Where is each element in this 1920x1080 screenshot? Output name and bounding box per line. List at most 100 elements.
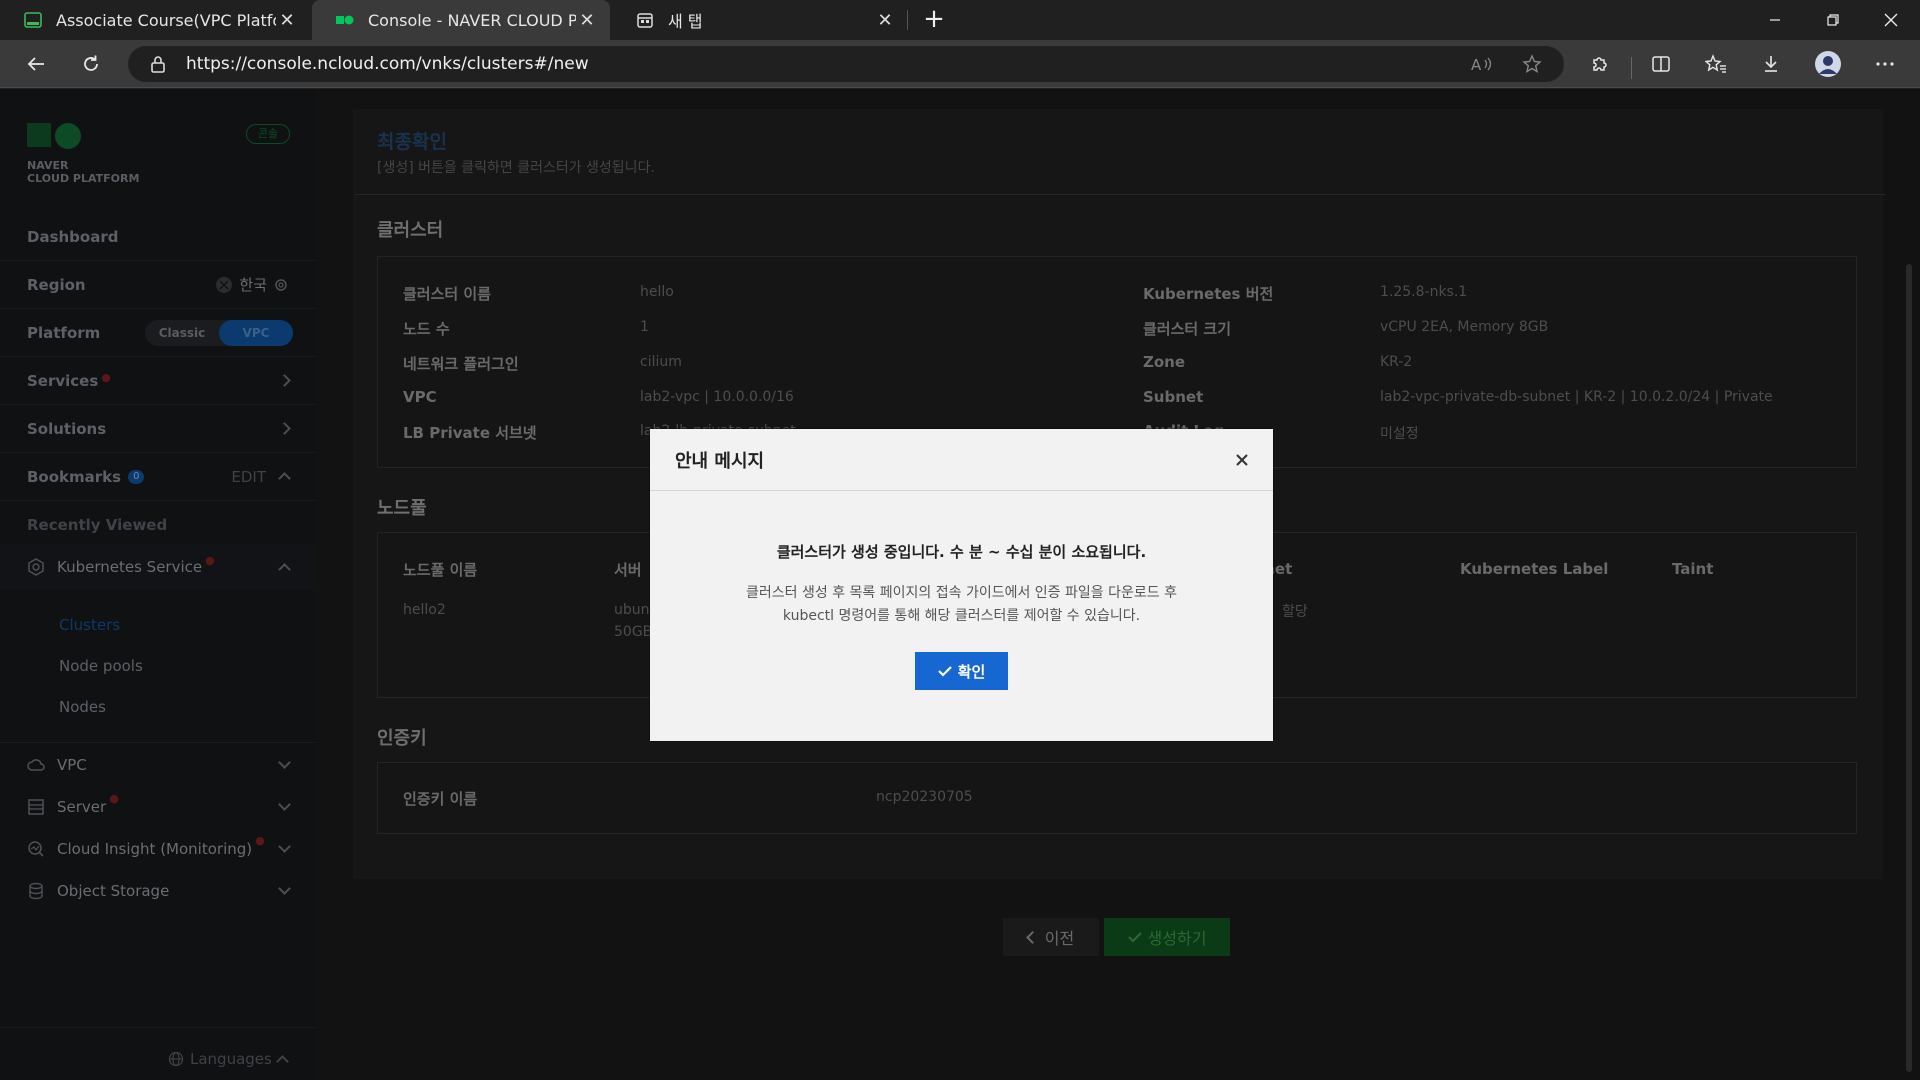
console-badge: 콘솔	[246, 124, 290, 144]
tab-ncloud-console[interactable]: Console - NAVER CLOUD PLATFORM ✕	[312, 0, 610, 40]
cluster-size-value: vCPU 2EA, Memory 8GB	[1380, 319, 1549, 335]
favorites-icon[interactable]	[1698, 46, 1734, 82]
authkey-label: 인증키 이름	[403, 790, 478, 808]
sidebar-item-dashboard[interactable]: Dashboard	[0, 213, 315, 261]
vpc-label: VPC	[403, 388, 437, 406]
sidebar-item-label: Bookmarks	[27, 467, 122, 486]
globe-icon	[168, 1051, 184, 1067]
page-title: 최종확인	[377, 131, 447, 153]
korea-flag-icon	[216, 276, 233, 293]
close-tab-icon[interactable]: ✕	[276, 10, 298, 31]
nodepool-section-title: 노드풀	[377, 498, 427, 519]
close-window-button[interactable]	[1862, 0, 1920, 40]
confirm-button[interactable]: 확인	[915, 652, 1008, 690]
sidebar-group-cloud-insight[interactable]: Cloud Insight (Monitoring) ●	[0, 828, 315, 870]
sidebar-group-object-storage[interactable]: Object Storage	[0, 870, 315, 912]
region-value: 한국	[239, 276, 267, 294]
chevron-down-icon	[278, 840, 291, 853]
sidebar-item-label: Platform	[27, 323, 101, 342]
bookmarks-edit-link[interactable]: EDIT	[231, 468, 266, 486]
extensions-icon[interactable]	[1582, 46, 1618, 82]
favorite-star-icon[interactable]	[1514, 46, 1550, 82]
platform-toggle[interactable]: Classic VPC	[145, 319, 293, 346]
modal-description: 클러스터 생성 후 목록 페이지의 접속 가이드에서 인증 파일을 다운로드 후…	[650, 582, 1273, 628]
node-count-value: 1	[640, 319, 649, 335]
sidebar-item-label: Solutions	[27, 419, 107, 438]
new-tab-page-icon	[637, 13, 653, 28]
chevron-up-icon	[278, 562, 291, 576]
kubernetes-icon	[27, 558, 45, 576]
reload-button[interactable]	[73, 46, 109, 82]
toolbar-divider	[1631, 57, 1632, 79]
gear-icon[interactable]	[273, 277, 289, 293]
platform-classic-option[interactable]: Classic	[145, 320, 219, 346]
languages-selector[interactable]: Languages	[168, 1050, 289, 1068]
platform-vpc-option[interactable]: VPC	[219, 319, 293, 346]
sidebar-subitem-nodes[interactable]: Nodes	[59, 698, 106, 716]
chevron-right-icon	[278, 374, 291, 387]
check-icon	[1127, 932, 1142, 943]
browser-toolbar: https://console.ncloud.com/vnks/clusters…	[0, 40, 1920, 88]
sidebar-item-services[interactable]: Services ●	[0, 357, 315, 405]
sidebar-item-label: VPC	[57, 755, 87, 774]
chevron-down-icon	[278, 798, 291, 811]
check-icon	[937, 666, 952, 677]
minimize-button[interactable]	[1746, 0, 1804, 40]
chevron-left-icon	[1025, 930, 1039, 944]
modal-description-line2: kubectl 명령어를 통해 해당 클러스터를 제어할 수 있습니다.	[782, 608, 1141, 624]
close-icon[interactable]	[1231, 449, 1253, 471]
sidebar-item-label: Cloud Insight (Monitoring)	[57, 840, 253, 858]
sidebar-item-solutions[interactable]: Solutions	[0, 405, 315, 453]
authkey-box	[377, 762, 1857, 834]
vpc-value: lab2-vpc | 10.0.0.0/16	[640, 389, 794, 405]
split-screen-icon[interactable]	[1643, 46, 1679, 82]
zone-value: KR-2	[1380, 354, 1413, 370]
chevron-down-icon	[278, 755, 291, 769]
modal-description-line1: 클러스터 생성 후 목록 페이지의 접속 가이드에서 인증 파일을 다운로드 후	[746, 585, 1177, 601]
new-tab-button[interactable]: +	[918, 4, 950, 36]
previous-button[interactable]: 이전	[1003, 918, 1099, 956]
sidebar-item-label: Object Storage	[57, 882, 170, 900]
chevron-down-icon	[278, 882, 291, 895]
profile-avatar-icon[interactable]	[1810, 46, 1846, 82]
sidebar-subitem-clusters[interactable]: Clusters	[59, 616, 120, 634]
sidebar-group-server[interactable]: Server ●	[0, 786, 315, 828]
browser-tab-strip: Associate Course(VPC Platform) ✕ Console…	[0, 0, 1920, 40]
authkey-value: ncp20230705	[876, 789, 973, 805]
restore-button[interactable]	[1804, 0, 1862, 40]
read-aloud-icon[interactable]: A	[1464, 46, 1500, 82]
bookmarks-count-badge: 0	[128, 469, 145, 484]
sidebar-item-recently-viewed[interactable]: Recently Viewed	[0, 501, 315, 549]
nodepool-server-header: 서버	[614, 561, 642, 579]
nodepool-k8s-label-header: Kubernetes Label	[1460, 560, 1609, 578]
sidebar-item-kubernetes[interactable]: Kubernetes Service ●	[0, 544, 315, 590]
sidebar-item-label: Recently Viewed	[27, 516, 168, 534]
header-divider	[355, 194, 1885, 195]
sidebar-item-bookmarks[interactable]: Bookmarks 0 EDIT	[0, 453, 315, 501]
address-bar[interactable]: https://console.ncloud.com/vnks/clusters…	[128, 46, 1564, 82]
downloads-icon[interactable]	[1753, 46, 1789, 82]
page-scrollbar[interactable]	[1906, 264, 1912, 1072]
k8s-version-label: Kubernetes 버전	[1143, 285, 1274, 303]
more-options-icon[interactable]	[1867, 46, 1903, 82]
tab-associate-course[interactable]: Associate Course(VPC Platform) ✕	[0, 0, 310, 40]
nodepool-storage-cell: 50GB	[614, 624, 653, 640]
naver-cloud-logo[interactable]: NAVER CLOUD PLATFORM	[27, 123, 139, 185]
chevron-up-icon[interactable]	[278, 472, 291, 485]
tab-new-tab[interactable]: 새 탭 ✕	[612, 0, 908, 40]
sidebar-item-region[interactable]: Region 한국	[0, 261, 315, 309]
sidebar-item-platform: Platform Classic VPC	[0, 309, 315, 357]
create-button[interactable]: 생성하기	[1104, 918, 1230, 956]
back-button[interactable]	[18, 46, 54, 82]
sidebar-subitem-node-pools[interactable]: Node pools	[59, 657, 143, 675]
close-tab-icon[interactable]: ✕	[576, 10, 598, 31]
lock-icon[interactable]	[150, 55, 166, 73]
tab-title: 새 탭	[668, 12, 703, 31]
server-icon	[27, 798, 45, 816]
close-tab-icon[interactable]: ✕	[874, 10, 896, 31]
sidebar-group-vpc[interactable]: VPC	[0, 742, 315, 786]
network-plugin-label: 네트워크 플러그인	[403, 355, 519, 373]
page-favicon-icon	[24, 12, 42, 28]
monitoring-icon	[27, 840, 45, 858]
url-text[interactable]: https://console.ncloud.com/vnks/clusters…	[186, 54, 1464, 74]
